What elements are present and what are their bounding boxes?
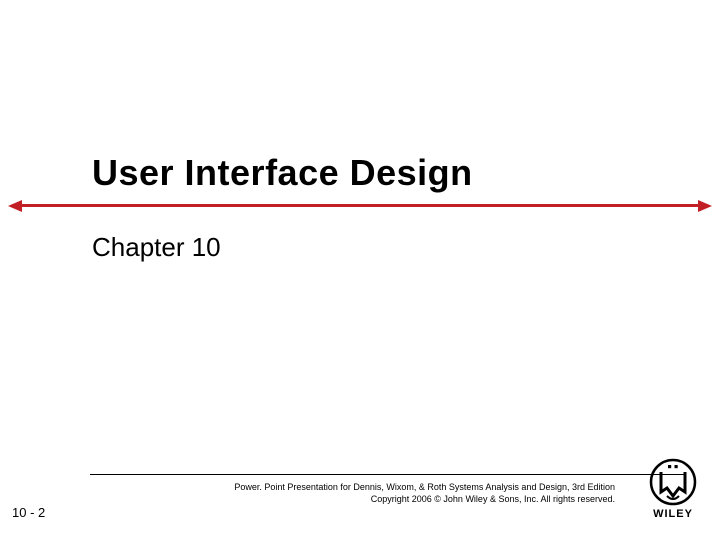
footer-rule xyxy=(90,474,685,475)
publisher-logo: WILEY xyxy=(644,458,702,520)
slide: User Interface Design Chapter 10 Power. … xyxy=(0,0,720,540)
divider-line xyxy=(20,204,700,207)
footer-line-2: Copyright 2006 © John Wiley & Sons, Inc.… xyxy=(371,494,615,504)
footer: Power. Point Presentation for Dennis, Wi… xyxy=(90,474,685,505)
slide-title: User Interface Design xyxy=(92,152,473,194)
slide-subtitle: Chapter 10 xyxy=(92,232,221,263)
footer-text: Power. Point Presentation for Dennis, Wi… xyxy=(90,481,685,505)
slide-number: 10 - 2 xyxy=(12,505,45,520)
publisher-logo-text: WILEY xyxy=(644,508,702,520)
footer-line-1: Power. Point Presentation for Dennis, Wi… xyxy=(234,482,615,492)
publisher-logo-icon xyxy=(649,458,697,506)
divider-arrow-right-icon xyxy=(698,200,712,212)
